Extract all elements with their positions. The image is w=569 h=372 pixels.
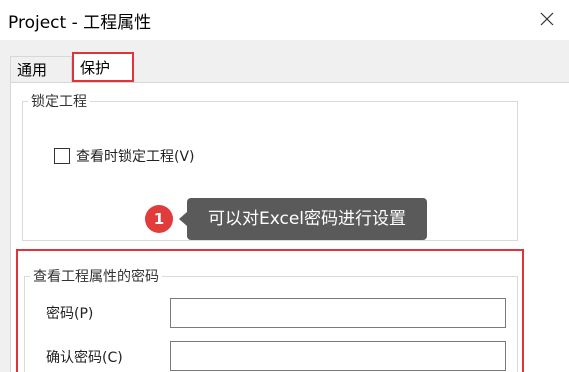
callout-number-badge: 1	[145, 205, 173, 233]
title-bar: Project - 工程属性	[0, 0, 569, 40]
callout-pointer	[179, 212, 187, 226]
password-input[interactable]	[170, 298, 506, 328]
lock-group-legend: 锁定工程	[28, 91, 90, 111]
lock-for-viewing-checkbox[interactable]	[54, 148, 70, 164]
callout-tooltip: 可以对Excel密码进行设置	[187, 198, 427, 240]
tab-general[interactable]: 通用	[10, 56, 72, 82]
window-title: Project - 工程属性	[8, 13, 152, 33]
close-button[interactable]	[530, 4, 564, 34]
tab-protection[interactable]: 保护	[72, 52, 134, 82]
lock-for-viewing-label[interactable]: 查看时锁定工程(V)	[76, 146, 195, 166]
confirm-password-label: 确认密码(C)	[46, 350, 123, 366]
confirm-password-input[interactable]	[170, 341, 506, 371]
password-group-legend: 查看工程属性的密码	[30, 266, 162, 286]
password-label: 密码(P)	[46, 306, 94, 322]
lock-for-viewing-option[interactable]: 查看时锁定工程(V)	[54, 146, 195, 166]
close-icon	[540, 12, 554, 26]
